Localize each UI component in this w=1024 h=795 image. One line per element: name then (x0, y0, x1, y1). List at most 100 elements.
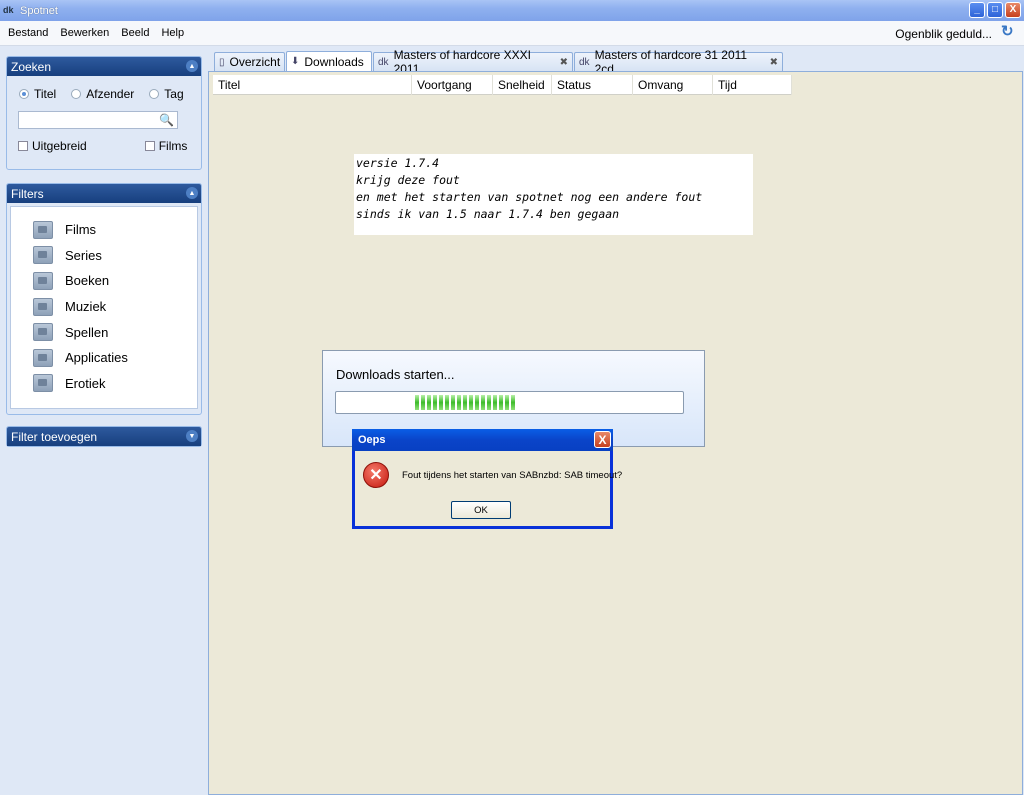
column-header[interactable]: Status (552, 75, 633, 95)
filter-item-spellen[interactable]: Spellen (11, 319, 197, 345)
filter-item-muziek[interactable]: Muziek (11, 294, 197, 320)
search-panel-header[interactable]: Zoeken ▲ (7, 57, 201, 76)
menu-bar: Bestand Bewerken Beeld Help Ogenblik ged… (0, 21, 1024, 46)
note-line: en met het starten van spotnet nog een a… (356, 190, 703, 204)
radio-titel-label: Titel (34, 87, 57, 101)
filter-item-label: Applicaties (65, 350, 128, 366)
radio-titel[interactable] (19, 89, 29, 99)
window-controls: _ □ X (969, 2, 1021, 18)
search-input[interactable]: 🔍 (18, 111, 178, 129)
download-arrow-icon: ⬇ (291, 56, 300, 67)
filter-item-label: Spellen (65, 324, 109, 340)
radio-tag[interactable] (149, 89, 160, 99)
ok-button[interactable]: OK (451, 501, 511, 519)
menu-bewerken[interactable]: Bewerken (54, 27, 115, 39)
tab-overzicht[interactable]: ▯ Overzicht (214, 52, 285, 71)
column-header[interactable]: Tijd (713, 75, 792, 95)
series-folder-icon (33, 246, 53, 265)
progress-segment (493, 395, 497, 410)
maximize-button[interactable]: □ (987, 2, 1003, 18)
progress-title: Downloads starten... (336, 367, 455, 382)
tab-downloads[interactable]: ⬇ Downloads (286, 51, 372, 71)
filter-item-boeken[interactable]: Boeken (11, 268, 197, 294)
progress-segment (427, 395, 431, 410)
book-folder-icon (33, 271, 53, 290)
tab-label: Downloads (304, 54, 364, 69)
radio-tag-label: Tag (164, 87, 184, 101)
dialog-message: Fout tijdens het starten van SABnzbd: SA… (402, 470, 623, 481)
checkbox-uitgebreid[interactable] (18, 141, 28, 151)
erotic-folder-icon (33, 374, 53, 393)
progress-segment (487, 395, 491, 410)
filter-item-erotiek[interactable]: Erotiek (11, 371, 197, 397)
progress-segment (421, 395, 425, 410)
filter-item-applicaties[interactable]: Applicaties (11, 345, 197, 371)
error-dialog: Oeps X ✕ Fout tijdens het starten van SA… (352, 429, 622, 529)
progress-segment (475, 395, 479, 410)
collapse-up-icon[interactable]: ▲ (186, 187, 198, 199)
progress-segment (481, 395, 485, 410)
checkbox-uitgebreid-label: Uitgebreid (32, 139, 87, 153)
tab-spot-1[interactable]: dk Masters of hardcore XXXI 2011 ✖ (373, 48, 573, 76)
progress-segment (439, 395, 443, 410)
title-bar: dk Spotnet _ □ X (0, 0, 1024, 21)
refresh-icon[interactable]: ↻ (1001, 24, 1017, 40)
column-header[interactable]: Titel (213, 75, 412, 95)
filters-panel: Filters ▲ Films Series Boeken Muziek Spe… (6, 183, 202, 415)
tab-spot-2[interactable]: dk Masters of hardcore 31 2011 2cd ✖ (574, 48, 783, 76)
add-filter-panel: Filter toevoegen ▼ (6, 426, 202, 447)
document-icon: ▯ (219, 56, 225, 68)
dialog-title-bar: Oeps X (352, 429, 613, 451)
menu-beeld[interactable]: Beeld (115, 27, 155, 39)
radio-afzender[interactable] (71, 89, 82, 99)
game-folder-icon (33, 323, 53, 342)
progress-segment (469, 395, 473, 410)
collapse-up-icon[interactable]: ▲ (186, 60, 198, 72)
progress-segment (451, 395, 455, 410)
checkbox-films[interactable] (144, 141, 155, 151)
filter-item-label: Muziek (65, 299, 107, 315)
note-line: sinds ik van 1.5 naar 1.7.4 ben gegaan (356, 207, 620, 221)
expand-down-icon[interactable]: ▼ (186, 430, 198, 442)
search-type-radios: Titel Afzender Tag (19, 87, 201, 101)
add-filter-header[interactable]: Filter toevoegen ▼ (7, 427, 201, 446)
search-panel: Zoeken ▲ Titel Afzender Tag 🔍 Uitgebreid… (6, 56, 202, 170)
filter-item-label: Boeken (65, 273, 110, 289)
app-folder-icon (33, 348, 53, 367)
filter-item-label: Films (65, 222, 97, 238)
spotnet-logo-icon: dk (378, 56, 389, 68)
note-line: versie 1.7.4 (356, 156, 440, 170)
downloads-view: Titel Voortgang Snelheid Status Omvang T… (208, 71, 1023, 795)
search-options: Uitgebreid Films (18, 139, 201, 153)
filters-panel-header[interactable]: Filters ▲ (7, 184, 201, 203)
minimize-button[interactable]: _ (969, 2, 985, 18)
filters-list: Films Series Boeken Muziek Spellen Appli… (10, 206, 198, 409)
progress-marquee (415, 395, 515, 410)
downloads-grid-header: Titel Voortgang Snelheid Status Omvang T… (213, 75, 792, 95)
music-folder-icon (33, 297, 53, 316)
search-icon[interactable]: 🔍 (159, 113, 174, 127)
progress-segment (505, 395, 509, 410)
note-line: krijg deze fout (356, 173, 460, 187)
progress-segment (445, 395, 449, 410)
close-tab-icon[interactable]: ✖ (770, 57, 778, 68)
filter-item-series[interactable]: Series (11, 243, 197, 269)
close-window-button[interactable]: X (1005, 2, 1021, 18)
filter-item-label: Erotiek (65, 375, 106, 391)
menu-help[interactable]: Help (155, 27, 190, 39)
close-tab-icon[interactable]: ✖ (560, 57, 568, 68)
error-icon: ✕ (363, 462, 389, 488)
progress-segment (415, 395, 419, 410)
column-header[interactable]: Snelheid (493, 75, 552, 95)
add-filter-title: Filter toevoegen (11, 429, 98, 444)
window-title: Spotnet (20, 4, 58, 17)
filters-panel-title: Filters (11, 186, 44, 201)
column-header[interactable]: Omvang (633, 75, 713, 95)
column-header[interactable]: Voortgang (412, 75, 493, 95)
film-folder-icon (33, 220, 53, 239)
checkbox-films-label: Films (158, 139, 188, 153)
dialog-close-button[interactable]: X (594, 431, 611, 448)
progress-segment (433, 395, 437, 410)
menu-bestand[interactable]: Bestand (0, 27, 54, 39)
filter-item-films[interactable]: Films (11, 217, 197, 243)
